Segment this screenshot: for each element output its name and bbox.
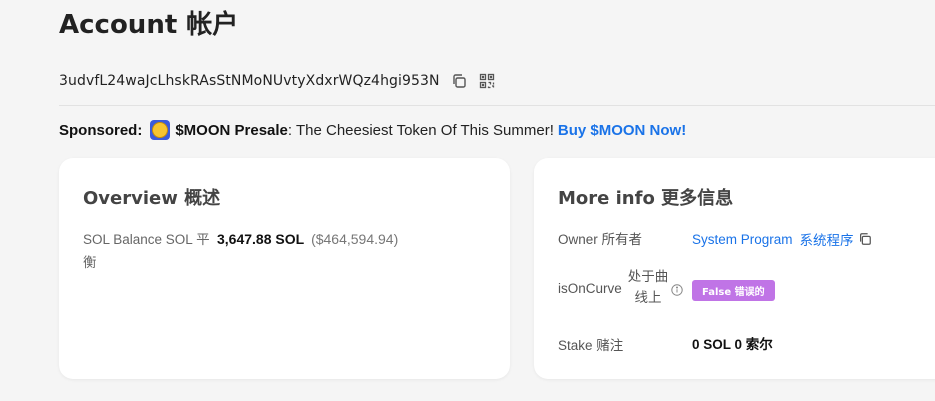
owner-value: System Program 系统程序 xyxy=(692,229,872,249)
buy-moon-link[interactable]: Buy $MOON Now! xyxy=(558,122,686,139)
sol-balance-amount: 3,647.88 SOL xyxy=(217,231,305,247)
false-badge: False 错误的 xyxy=(692,280,775,301)
address-row: 3udvfL24waJcLhskRAsStNMoNUvtyXdxrWQz4hgi… xyxy=(59,72,496,90)
more-info-card: More info 更多信息 Owner 所有者 System Program … xyxy=(534,158,935,379)
is-on-curve-value: False 错误的 xyxy=(692,280,775,301)
sponsored-name: $MOON Presale xyxy=(175,121,288,139)
stake-value: 0 SOL 0 索尔 xyxy=(692,337,773,352)
is-on-curve-label-cn: 处于曲线上 xyxy=(627,269,669,305)
owner-link-cn[interactable]: 系统程序 xyxy=(800,229,854,249)
sponsored-text: : The Cheesiest Token Of This Summer! xyxy=(287,121,554,139)
overview-title: Overview 概述 xyxy=(83,188,221,209)
info-icon[interactable] xyxy=(671,283,683,296)
stake-label: Stake 赌注 xyxy=(558,338,624,353)
more-info-title: More info 更多信息 xyxy=(558,188,734,209)
moon-coin-icon xyxy=(150,120,171,140)
copy-icon[interactable] xyxy=(450,72,468,90)
sol-balance-usd: ($464,594.94) xyxy=(311,231,399,247)
owner-link[interactable]: System Program xyxy=(692,232,793,247)
is-on-curve-label: isOnCurve xyxy=(558,281,622,296)
sponsored-label: Sponsored: xyxy=(59,121,143,139)
account-address: 3udvfL24waJcLhskRAsStNMoNUvtyXdxrWQz4hgi… xyxy=(59,73,440,89)
sol-balance-value: 3,647.88 SOL ($464,594.94) xyxy=(217,228,398,251)
overview-card: Overview 概述 SOL Balance SOL 平衡 3,647.88 … xyxy=(59,158,510,379)
qr-code-icon[interactable] xyxy=(478,72,496,90)
copy-owner-icon[interactable] xyxy=(858,232,872,246)
sponsored-banner: Sponsored: $MOON Presale : The Cheesiest… xyxy=(59,120,686,140)
owner-label: Owner 所有者 xyxy=(558,232,643,247)
divider xyxy=(59,105,935,106)
sol-balance-label: SOL Balance SOL 平衡 xyxy=(83,232,210,270)
page-title: Account 帐户 xyxy=(59,10,239,40)
